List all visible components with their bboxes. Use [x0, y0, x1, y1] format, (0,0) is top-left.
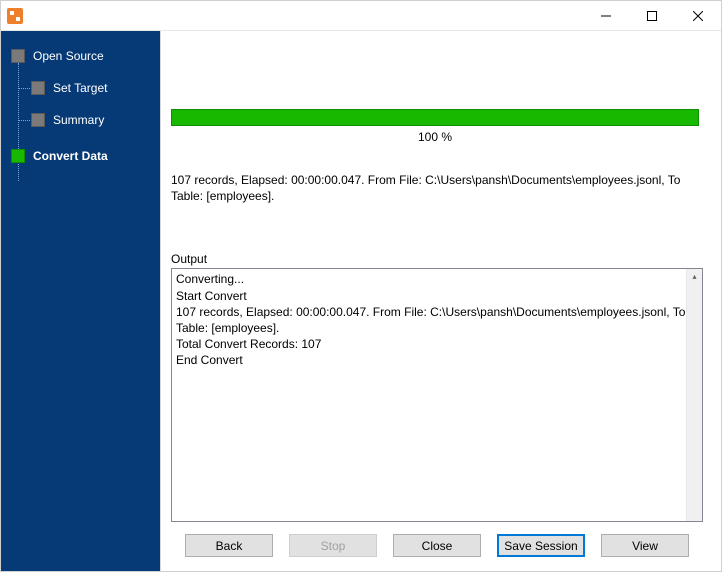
output-line: Total Convert Records: 107 [176, 336, 698, 352]
step-marker-active-icon [11, 149, 25, 163]
sidebar-item-label: Set Target [53, 81, 107, 95]
output-scrollbar[interactable]: ▴ [686, 269, 702, 521]
sidebar-item-summary[interactable]: Summary [1, 107, 160, 133]
wizard-tree: Open Source Set Target Summary Convert D… [1, 43, 160, 169]
close-icon [693, 11, 703, 21]
output-line: End Convert [176, 352, 698, 368]
back-button[interactable]: Back [185, 534, 273, 557]
view-button[interactable]: View [601, 534, 689, 557]
status-text: 107 records, Elapsed: 00:00:00.047. From… [171, 172, 703, 204]
titlebar-left [1, 8, 29, 24]
main: 100 % 107 records, Elapsed: 00:00:00.047… [160, 31, 721, 571]
content-col: 100 % 107 records, Elapsed: 00:00:00.047… [171, 31, 703, 561]
output-label: Output [171, 252, 703, 266]
minimize-icon [601, 11, 611, 21]
sidebar-item-label: Open Source [33, 49, 104, 63]
output-box[interactable]: Converting... Start Convert 107 records,… [171, 268, 703, 522]
window-close-button[interactable] [675, 1, 721, 30]
close-button[interactable]: Close [393, 534, 481, 557]
output-line: Converting... [176, 271, 698, 287]
scroll-up-icon[interactable]: ▴ [687, 269, 702, 285]
window: Open Source Set Target Summary Convert D… [0, 0, 722, 572]
step-marker-icon [11, 49, 25, 63]
sidebar-item-convert-data[interactable]: Convert Data [1, 143, 160, 169]
sidebar-item-label: Summary [53, 113, 104, 127]
body: Open Source Set Target Summary Convert D… [1, 31, 721, 571]
progress-bar [171, 109, 699, 126]
progress-wrap: 100 % [171, 109, 703, 144]
step-marker-icon [31, 81, 45, 95]
titlebar[interactable] [1, 1, 721, 31]
sidebar-item-set-target[interactable]: Set Target [1, 75, 160, 101]
progress-label: 100 % [171, 130, 699, 144]
sidebar-item-open-source[interactable]: Open Source [1, 43, 160, 69]
window-controls [583, 1, 721, 30]
save-session-button[interactable]: Save Session [497, 534, 585, 557]
step-marker-icon [31, 113, 45, 127]
minimize-button[interactable] [583, 1, 629, 30]
output-line: Start Convert [176, 288, 698, 304]
output-line: 107 records, Elapsed: 00:00:00.047. From… [176, 304, 698, 336]
app-icon [7, 8, 23, 24]
maximize-icon [647, 11, 657, 21]
sidebar-item-label: Convert Data [33, 149, 108, 163]
button-row: Back Stop Close Save Session View [171, 534, 703, 561]
main-inner: 100 % 107 records, Elapsed: 00:00:00.047… [171, 31, 703, 561]
stop-button: Stop [289, 534, 377, 557]
maximize-button[interactable] [629, 1, 675, 30]
sidebar: Open Source Set Target Summary Convert D… [1, 31, 160, 571]
